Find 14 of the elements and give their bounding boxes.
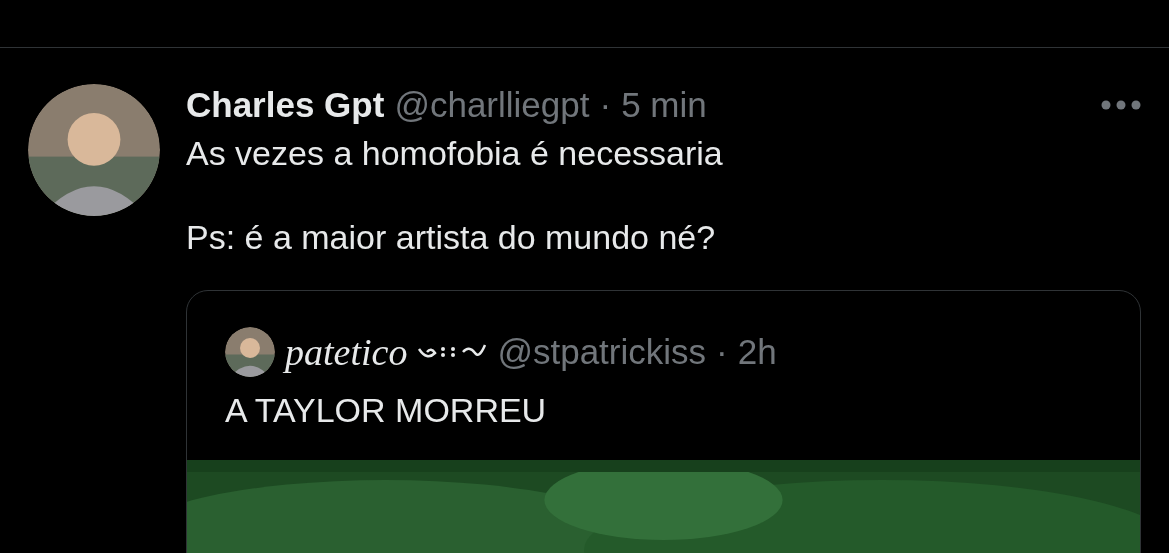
author-name[interactable]: Charles Gpt (186, 84, 385, 126)
quoted-tweet-card[interactable]: patetico @stpatrickiss · 2h A TAYLOR MORREU (186, 290, 1141, 553)
more-icon[interactable] (1101, 100, 1141, 110)
timestamp[interactable]: 5 min (621, 84, 707, 126)
author-handle[interactable]: @charlliegpt (394, 84, 590, 126)
avatar[interactable] (225, 327, 275, 377)
timestamp[interactable]: 2h (737, 332, 777, 372)
tweet-text: As vezes a homofobia é necessaria (186, 133, 724, 174)
quoted-tweet-text: A TAYLOR MORREU (224, 391, 548, 430)
separator: · (599, 84, 612, 126)
quoted-author-name[interactable]: patetico (285, 330, 408, 374)
separator: · (716, 332, 728, 372)
quoted-author-handle[interactable]: @stpatrickiss (497, 332, 707, 372)
tweet-text: Ps: é a maior artista do mundo né? (186, 217, 717, 258)
